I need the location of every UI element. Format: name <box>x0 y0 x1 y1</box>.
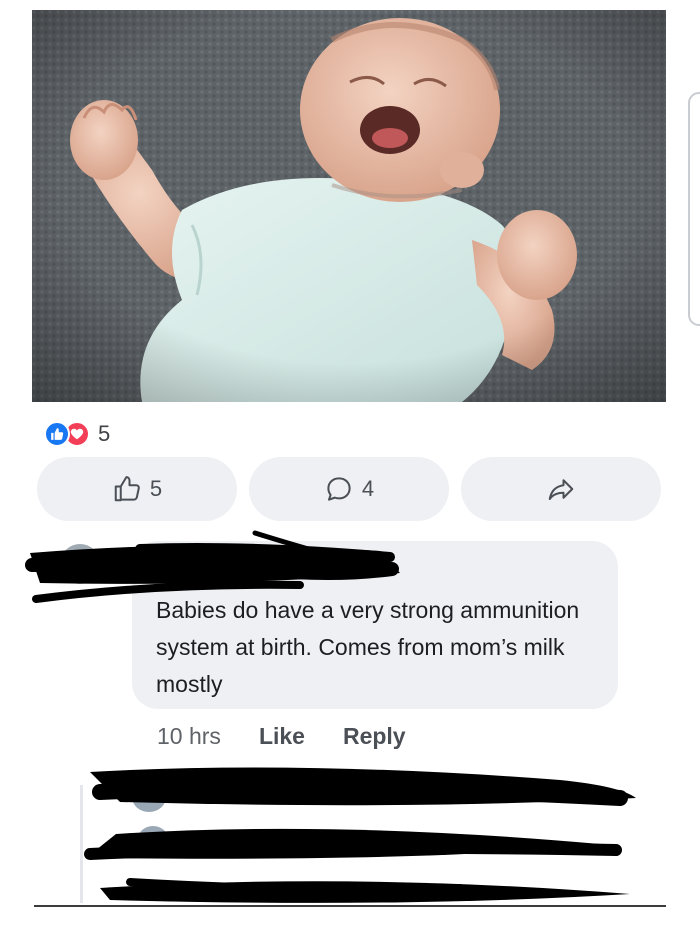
baby-photo-illustration <box>32 10 666 402</box>
reply-avatar[interactable] <box>138 826 168 852</box>
commenter-avatar[interactable] <box>60 544 100 584</box>
comment-count: 4 <box>361 476 375 501</box>
reply-avatar[interactable] <box>132 782 166 812</box>
comment-time: 10 hrs <box>157 723 221 749</box>
post-photo[interactable] <box>32 10 666 402</box>
redaction-scribble <box>84 767 636 903</box>
like-reaction-icon <box>44 421 70 447</box>
heart-icon <box>70 428 84 440</box>
thumbs-up-icon <box>51 428 64 440</box>
share-button[interactable] <box>461 457 661 521</box>
comment-meta: 10 hrs Like Reply <box>157 723 444 750</box>
like-count: 5 <box>149 476 163 501</box>
reply-thread-line <box>80 785 83 903</box>
scroll-edge-indicator <box>688 92 700 326</box>
bottom-divider <box>34 905 666 907</box>
comment-icon <box>327 477 351 501</box>
share-icon <box>548 479 574 500</box>
reaction-count: 5 <box>98 421 111 446</box>
comment-reply-link[interactable]: Reply <box>343 723 406 750</box>
like-button[interactable]: 5 <box>37 457 237 521</box>
comment-like-link[interactable]: Like <box>259 723 305 750</box>
reactions-summary[interactable]: 5 <box>44 421 110 447</box>
thumbs-up-icon <box>114 476 140 502</box>
comment-button[interactable]: 4 <box>249 457 449 521</box>
comment-text: Babies do have a very strong ammunition … <box>156 597 580 697</box>
